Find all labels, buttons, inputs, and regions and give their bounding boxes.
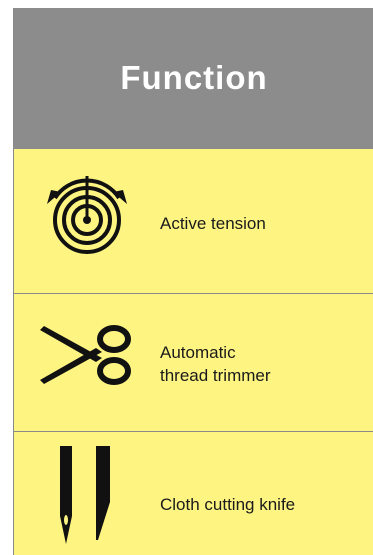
- tension-dial-icon: [47, 176, 127, 254]
- function-label-line: Automatic: [160, 343, 236, 362]
- function-table: Function Active tension Automatic thread…: [13, 8, 373, 555]
- scissors-icon: [40, 325, 131, 385]
- function-label: Cloth cutting knife: [160, 495, 296, 514]
- function-row-active-tension: Active tension: [14, 148, 373, 293]
- function-label: Automatic thread trimmer: [160, 341, 271, 387]
- function-row-thread-trimmer: Automatic thread trimmer: [14, 293, 373, 431]
- function-label: Active tension: [160, 214, 266, 233]
- function-row-cloth-cutting-knife: Cloth cutting knife: [14, 431, 373, 555]
- function-label-line: thread trimmer: [160, 366, 271, 385]
- table-header: Function: [14, 8, 373, 148]
- header-title: Function: [120, 59, 268, 96]
- needle-knife-icon: [60, 446, 110, 544]
